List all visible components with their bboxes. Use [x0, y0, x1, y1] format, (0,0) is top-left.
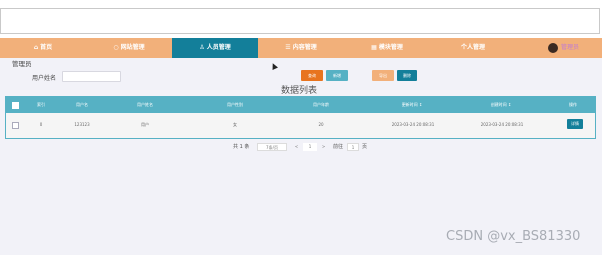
cell-realname: 用户: [141, 122, 149, 127]
header-age: 用户年龄: [313, 102, 329, 107]
cell-created: 2023-03-24 20:08:31: [480, 122, 524, 127]
avatar[interactable]: [548, 43, 558, 53]
goto-label: 前往: [333, 144, 344, 150]
cell-index: 0: [39, 122, 43, 127]
block-icon: ▦: [371, 44, 377, 51]
nav-item-personal[interactable]: 个人管理: [430, 38, 516, 58]
nav-item-users[interactable]: ♙ 人员管理: [172, 38, 258, 58]
home-icon: ⌂: [33, 44, 39, 51]
page-unit-label: 页: [362, 144, 368, 150]
header-realname: 用户姓名: [137, 102, 153, 107]
prev-page-button[interactable]: <: [291, 143, 302, 151]
table-header: 索引 用户名 用户姓名 用户性别 用户年龄 更新时间 ↕ 创建时间 ↕ 操作: [5, 96, 596, 113]
header-gender: 用户性别: [227, 102, 243, 107]
goto-page-input[interactable]: 1: [347, 143, 359, 151]
export-button[interactable]: 导出: [372, 70, 394, 81]
header-username: 用户名: [76, 102, 88, 107]
table-row: 0 123123 用户 女 20 2023-03-24 20:08:31 202…: [5, 113, 596, 139]
cell-age: 20: [318, 122, 324, 127]
browser-address-bar[interactable]: [0, 8, 600, 34]
header-action: 操作: [569, 102, 577, 107]
nav-item-home[interactable]: ⌂ 首页: [0, 38, 86, 58]
select-all-checkbox[interactable]: [12, 102, 19, 109]
row-checkbox[interactable]: [12, 122, 19, 129]
delete-button[interactable]: 删除: [397, 70, 417, 81]
add-button[interactable]: 新增: [326, 70, 348, 81]
cell-username: 123123: [74, 122, 90, 127]
header-index: 索引: [37, 102, 45, 107]
username-search-input[interactable]: [62, 71, 121, 82]
detail-button[interactable]: 详情: [567, 119, 583, 129]
watermark: CSDN @vx_BS81330: [446, 229, 581, 244]
nav-item-site[interactable]: ○ 网站管理: [86, 38, 172, 58]
top-nav: ⌂ 首页 ○ 网站管理 ♙ 人员管理 ☰ 内容管理 ▦ 模块管理 个人管理 管理员: [0, 38, 602, 58]
circle-icon: ○: [113, 44, 119, 51]
admin-label[interactable]: 管理员: [561, 38, 579, 58]
next-page-button[interactable]: >: [318, 143, 329, 151]
header-created[interactable]: 创建时间 ↕: [479, 96, 523, 113]
header-updated[interactable]: 更新时间 ↕: [390, 96, 434, 113]
page-number[interactable]: 1: [303, 143, 317, 151]
breadcrumb: 管理员: [12, 60, 32, 68]
page-size-select[interactable]: 7条/页: [257, 143, 287, 151]
query-button[interactable]: 查询: [301, 70, 323, 81]
pagination-total: 共 1 条: [233, 144, 250, 150]
content-icon: ☰: [285, 44, 291, 51]
cell-gender: 女: [233, 122, 237, 127]
nav-item-modules[interactable]: ▦ 模块管理: [344, 38, 430, 58]
nav-item-content[interactable]: ☰ 内容管理: [258, 38, 344, 58]
table-title: 数据列表: [281, 86, 318, 96]
user-icon: ♙: [199, 44, 205, 51]
cell-updated: 2023-03-24 20:08:31: [391, 122, 435, 127]
app-container: ⌂ 首页 ○ 网站管理 ♙ 人员管理 ☰ 内容管理 ▦ 模块管理 个人管理 管理员 管理员…: [0, 38, 602, 255]
username-label: 用户姓名: [32, 75, 57, 82]
